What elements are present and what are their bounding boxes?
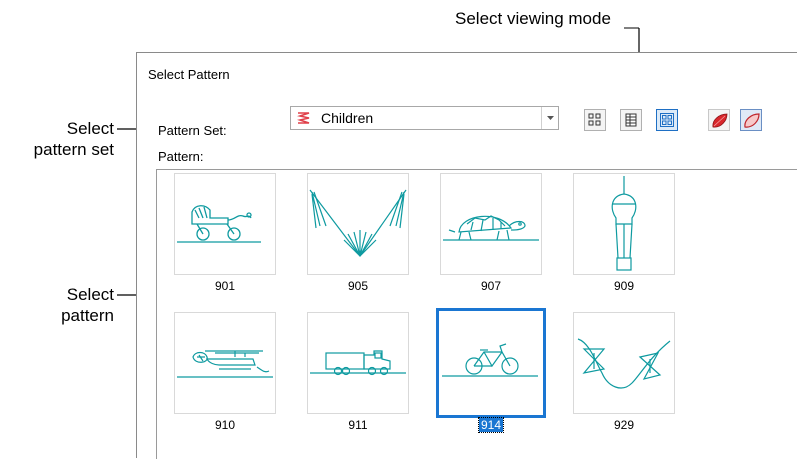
helicopter-pattern-icon — [177, 350, 273, 378]
list-view-button[interactable] — [620, 109, 642, 131]
pattern-thumbnail[interactable] — [174, 312, 276, 414]
pattern-id: 909 — [613, 279, 635, 293]
pattern-thumbnail[interactable] — [573, 173, 675, 275]
pattern-caption: 914 — [440, 417, 542, 433]
pattern-caption: 901 — [174, 279, 276, 293]
callout-select-pattern: Select pattern — [32, 284, 114, 326]
pattern-thumbnail[interactable] — [307, 173, 409, 275]
v-fan-pattern-icon — [309, 189, 407, 258]
callout-select-pattern-set: Select pattern set — [32, 118, 114, 160]
truck-pattern-icon — [310, 350, 406, 376]
turtle-pattern-icon — [443, 215, 539, 241]
pattern-caption: 929 — [573, 418, 675, 432]
bowtie-wave-pattern-icon — [577, 338, 671, 389]
outline-shape-button[interactable] — [740, 109, 762, 131]
pattern-gallery[interactable]: 901 905 907 909 910 911 914 929 — [156, 169, 797, 459]
large-icons-view-icon — [660, 113, 674, 127]
pattern-label: Pattern: — [158, 149, 204, 164]
large-icons-view-button[interactable] — [656, 109, 678, 131]
pattern-id: 929 — [613, 418, 635, 432]
chevron-down-icon — [547, 116, 554, 120]
pattern-set-icon — [297, 112, 310, 124]
baby-carriage-pattern-icon — [177, 205, 261, 243]
bicycle-pattern-icon — [442, 343, 538, 377]
select-pattern-dialog: Select Pattern Pattern Set: Children Pat… — [136, 52, 797, 459]
pattern-thumbnail[interactable] — [307, 312, 409, 414]
pattern-set-label: Pattern Set: — [158, 123, 227, 138]
dialog-title: Select Pattern — [148, 67, 230, 82]
callout-pattern-line1: Select — [66, 285, 114, 304]
dropdown-arrow-button[interactable] — [541, 107, 558, 129]
callout-pattern-set-line1: Select — [66, 119, 114, 138]
pattern-id: 914 — [477, 417, 505, 433]
pattern-thumbnail[interactable] — [436, 308, 546, 418]
outline-leaf-shape-icon — [744, 113, 760, 128]
callout-pattern-line2: pattern — [61, 306, 114, 325]
pattern-set-dropdown[interactable]: Children — [290, 106, 559, 130]
pattern-id: 911 — [348, 418, 368, 432]
pattern-caption: 911 — [307, 418, 409, 432]
filled-leaf-shape-icon — [712, 113, 728, 128]
small-icons-view-icon — [588, 113, 601, 126]
list-view-icon — [625, 113, 637, 127]
pattern-id: 910 — [214, 418, 236, 432]
pattern-caption: 905 — [307, 279, 409, 293]
pattern-id: 905 — [347, 279, 369, 293]
pattern-caption: 907 — [440, 279, 542, 293]
pattern-id: 907 — [480, 279, 502, 293]
pattern-thumbnail[interactable] — [573, 312, 675, 414]
pattern-caption: 910 — [174, 418, 276, 432]
hot-air-balloon-pattern-icon — [611, 176, 637, 271]
pattern-thumbnail[interactable] — [174, 173, 276, 275]
pattern-set-value: Children — [321, 110, 374, 126]
callout-pattern-set-line2: pattern set — [33, 140, 114, 159]
pattern-caption: 909 — [573, 279, 675, 293]
pattern-id: 901 — [214, 279, 236, 293]
filled-shape-button[interactable] — [708, 109, 730, 131]
pattern-thumbnail[interactable] — [440, 173, 542, 275]
small-icons-view-button[interactable] — [584, 109, 606, 131]
